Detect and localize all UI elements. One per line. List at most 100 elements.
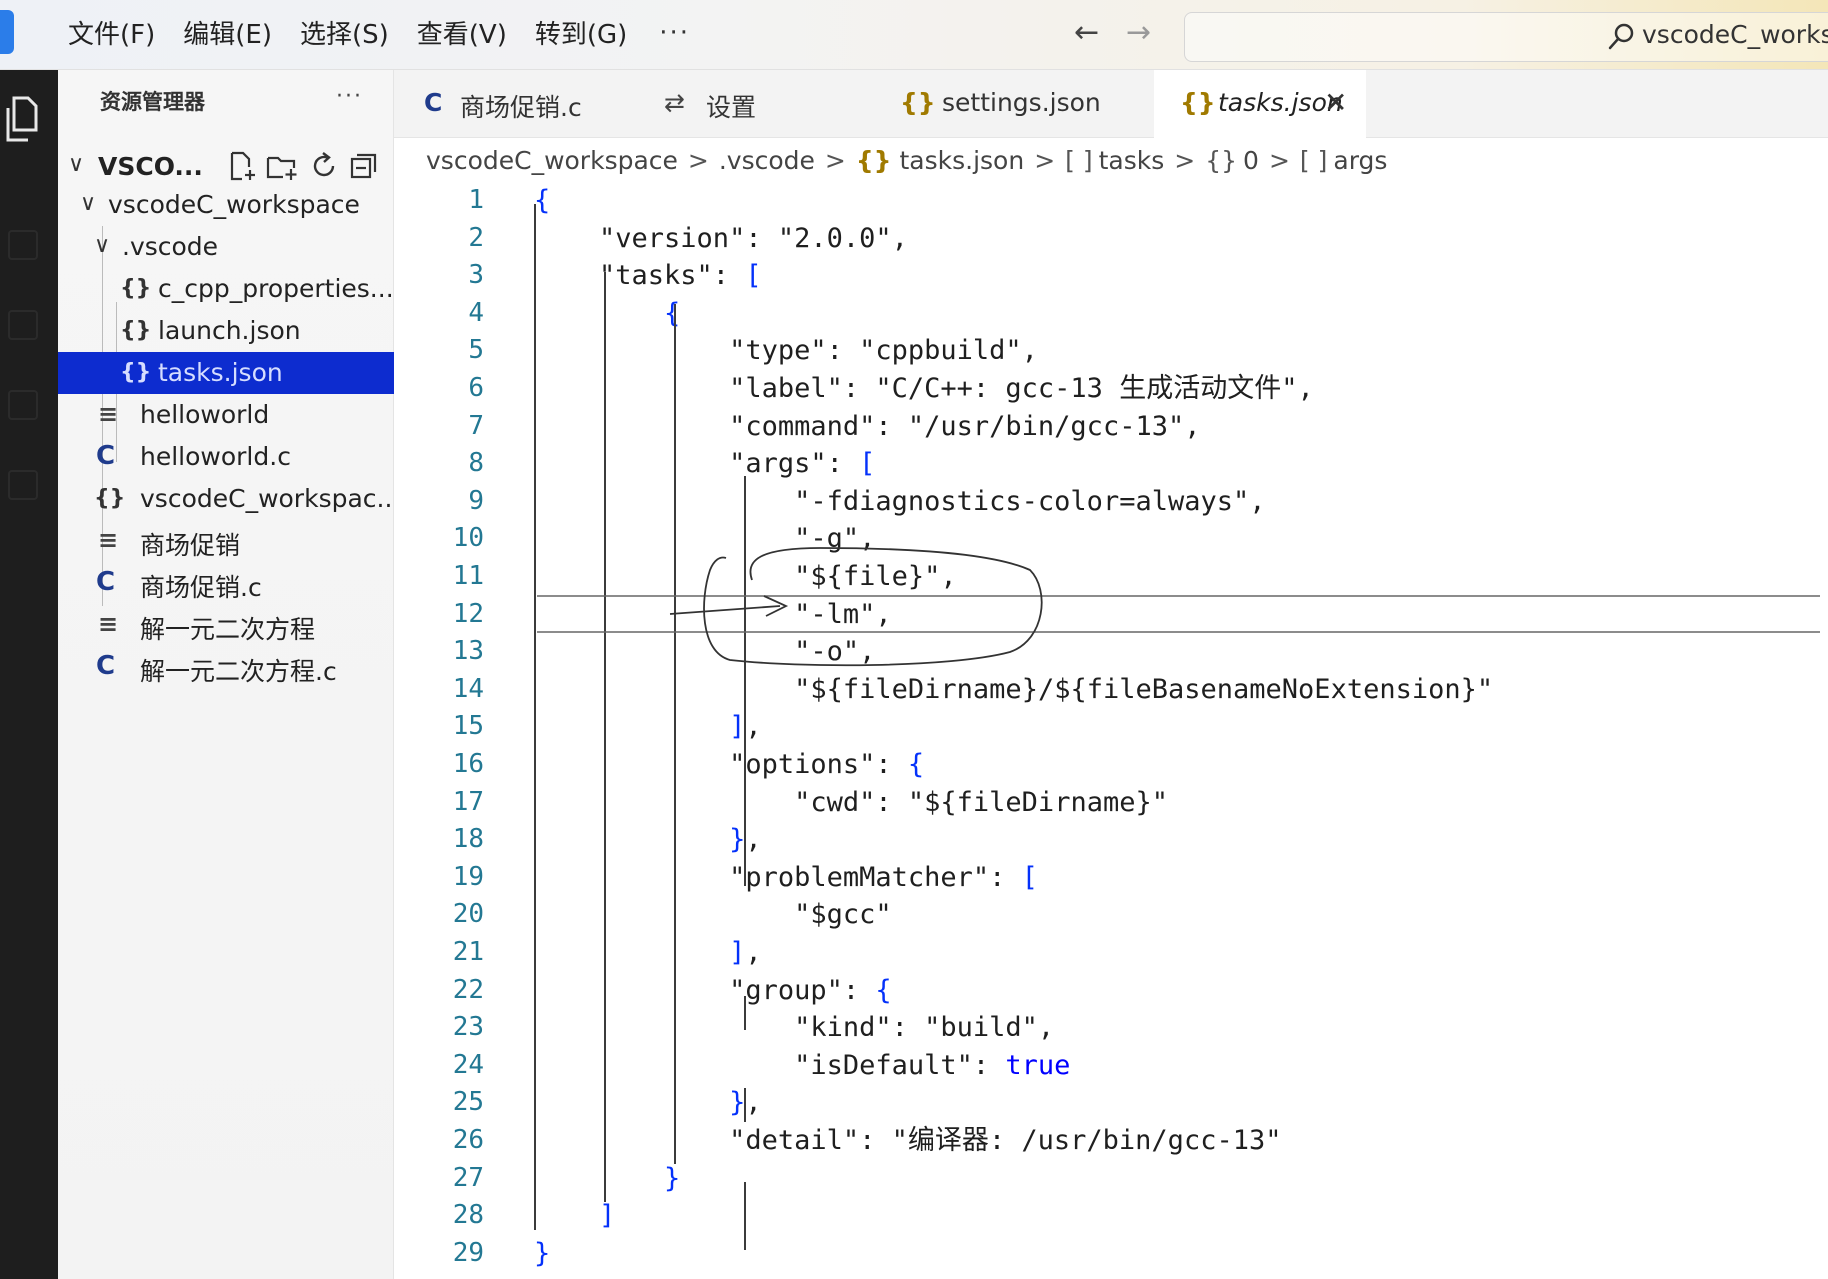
- breadcrumb-item[interactable]: tasks: [1099, 146, 1165, 175]
- run-debug-icon[interactable]: [8, 390, 38, 420]
- tree-file-helloworld-c[interactable]: C helloworld.c: [58, 436, 394, 478]
- breadcrumb-item[interactable]: tasks.json: [899, 146, 1024, 175]
- line-number: 17: [452, 786, 484, 817]
- line-number: 7: [468, 410, 484, 441]
- breadcrumb-item[interactable]: .vscode: [719, 146, 815, 175]
- line-number: 21: [452, 937, 484, 967]
- tree-file-c-cpp-properties[interactable]: {} c_cpp_properties....: [58, 268, 394, 310]
- breadcrumb-item[interactable]: 0: [1243, 146, 1259, 175]
- code-line[interactable]: }: [534, 1235, 550, 1273]
- tab-tasks-json[interactable]: {} tasks.json ✕: [1154, 70, 1366, 138]
- line-number: 24: [452, 1049, 484, 1080]
- tree-folder-vscode[interactable]: ∨ .vscode: [58, 226, 394, 268]
- line-number: 25: [452, 1087, 484, 1118]
- code-line[interactable]: "detail": "编译器: /usr/bin/gcc-13": [534, 1122, 1281, 1160]
- menu-selection[interactable]: 选择(S): [286, 14, 403, 56]
- breadcrumb-item[interactable]: vscodeC_workspace: [426, 146, 678, 175]
- chevron-down-icon: ∨: [94, 233, 111, 258]
- code-line[interactable]: },: [534, 1084, 762, 1122]
- source-control-icon[interactable]: [8, 310, 38, 340]
- line-number: 27: [452, 1162, 484, 1193]
- code-line[interactable]: }: [534, 1160, 680, 1198]
- breadcrumb-item[interactable]: args: [1333, 146, 1387, 175]
- explorer-files-icon[interactable]: [4, 96, 40, 142]
- text-file-icon: ≡: [98, 610, 119, 638]
- explorer-sidebar: 资源管理器 ··· ∨ VSCO... ∨ vscodeC_workspace …: [58, 70, 394, 1279]
- code-line[interactable]: "-o",: [534, 633, 875, 671]
- c-file-icon: C: [96, 651, 116, 681]
- menu-view[interactable]: 查看(V): [403, 14, 521, 56]
- c-file-icon: C: [424, 88, 443, 117]
- code-line[interactable]: {: [534, 295, 680, 333]
- line-number: 23: [452, 1012, 484, 1043]
- array-symbol-icon: [ ]: [1299, 145, 1328, 175]
- code-line[interactable]: "-lm",: [534, 596, 892, 634]
- tree-file-workspace-settings[interactable]: {} vscodeC_workspac...: [58, 478, 394, 520]
- code-line[interactable]: "version": "2.0.0",: [534, 220, 908, 258]
- code-line[interactable]: "label": "C/C++: gcc-13 生成活动文件",: [534, 370, 1314, 408]
- breadcrumb-separator: >: [1174, 145, 1196, 175]
- menu-more-button[interactable]: ···: [641, 14, 708, 56]
- refresh-icon[interactable]: [308, 150, 340, 182]
- code-line[interactable]: "cwd": "${fileDirname}": [534, 784, 1168, 822]
- code-line[interactable]: "options": {: [534, 746, 924, 784]
- code-line[interactable]: "problemMatcher": [: [534, 859, 1038, 897]
- tree-file-helloworld[interactable]: ≡ helloworld: [58, 394, 394, 436]
- menu-go[interactable]: 转到(G): [521, 14, 641, 56]
- new-folder-icon[interactable]: [266, 150, 298, 182]
- activity-bar: [0, 70, 58, 1279]
- code-line[interactable]: "${fileDirname}/${fileBasenameNoExtensio…: [534, 671, 1493, 709]
- tree-file-launch-json[interactable]: {} launch.json: [58, 310, 394, 352]
- explorer-more-button[interactable]: ···: [336, 84, 363, 109]
- code-line[interactable]: "type": "cppbuild",: [534, 332, 1038, 370]
- code-line[interactable]: "group": {: [534, 972, 892, 1010]
- code-line[interactable]: "args": [: [534, 445, 875, 483]
- collapse-all-icon[interactable]: [348, 150, 380, 182]
- breadcrumb-separator: >: [1268, 145, 1290, 175]
- code-line[interactable]: ]: [534, 1197, 615, 1235]
- code-line[interactable]: {: [534, 182, 550, 220]
- line-number: 16: [452, 749, 484, 779]
- line-number: 20: [452, 899, 484, 930]
- search-view-icon[interactable]: [8, 230, 38, 260]
- code-line[interactable]: "kind": "build",: [534, 1009, 1054, 1047]
- code-line[interactable]: "command": "/usr/bin/gcc-13",: [534, 408, 1200, 446]
- line-number: 3: [468, 260, 484, 291]
- json-file-icon: {}: [120, 360, 152, 385]
- code-line[interactable]: "$gcc": [534, 896, 892, 934]
- tree-file-shangchang[interactable]: ≡ 商场促销: [58, 520, 394, 562]
- tree-file-shangchang-c[interactable]: C 商场促销.c: [58, 562, 394, 604]
- nav-forward-button[interactable]: →: [1126, 18, 1151, 48]
- code-line[interactable]: "-g",: [534, 520, 875, 558]
- line-number: 10: [452, 523, 484, 554]
- json-file-icon: {}: [1180, 88, 1216, 117]
- tree-file-quadratic-c[interactable]: C 解一元二次方程.c: [58, 646, 394, 688]
- extensions-icon[interactable]: [8, 470, 38, 500]
- code-line[interactable]: "-fdiagnostics-color=always",: [534, 483, 1265, 521]
- tab-shangchang-c[interactable]: C 商场促销.c: [394, 70, 634, 138]
- code-line[interactable]: "tasks": [: [534, 257, 762, 295]
- tab-settings-json[interactable]: {} settings.json: [854, 70, 1154, 138]
- line-number: 29: [452, 1237, 484, 1268]
- code-line[interactable]: },: [534, 821, 762, 859]
- search-icon: [1608, 23, 1634, 50]
- line-number: 5: [468, 335, 484, 366]
- tree-file-quadratic[interactable]: ≡ 解一元二次方程: [58, 604, 394, 646]
- menu-file[interactable]: 文件(F): [54, 14, 169, 56]
- menu-edit[interactable]: 编辑(E): [169, 14, 286, 56]
- code-line[interactable]: ],: [534, 708, 762, 746]
- indent-guide: [674, 304, 676, 1164]
- indent-guide: [534, 204, 536, 1230]
- chevron-down-icon: ∨: [80, 191, 97, 216]
- code-line[interactable]: ],: [534, 934, 762, 972]
- tree-file-tasks-json[interactable]: {} tasks.json: [58, 352, 394, 394]
- new-file-icon[interactable]: [226, 150, 258, 182]
- nav-back-button[interactable]: ←: [1074, 18, 1099, 48]
- line-number: 15: [452, 711, 484, 742]
- code-editor[interactable]: 1 2 3 4 5 6 7 8 9 10 11 12 13 14 15 16 17 18 19 20 21 22 23 24 2…: [394, 180, 1828, 1279]
- tab-settings[interactable]: ⇄ 设置: [634, 70, 854, 138]
- tree-folder-vscodec-workspace[interactable]: ∨ vscodeC_workspace: [58, 184, 394, 226]
- code-line[interactable]: "isDefault": true: [534, 1047, 1070, 1085]
- close-icon[interactable]: ✕: [1324, 86, 1347, 119]
- workspace-root-header[interactable]: ∨ VSCO...: [68, 146, 388, 186]
